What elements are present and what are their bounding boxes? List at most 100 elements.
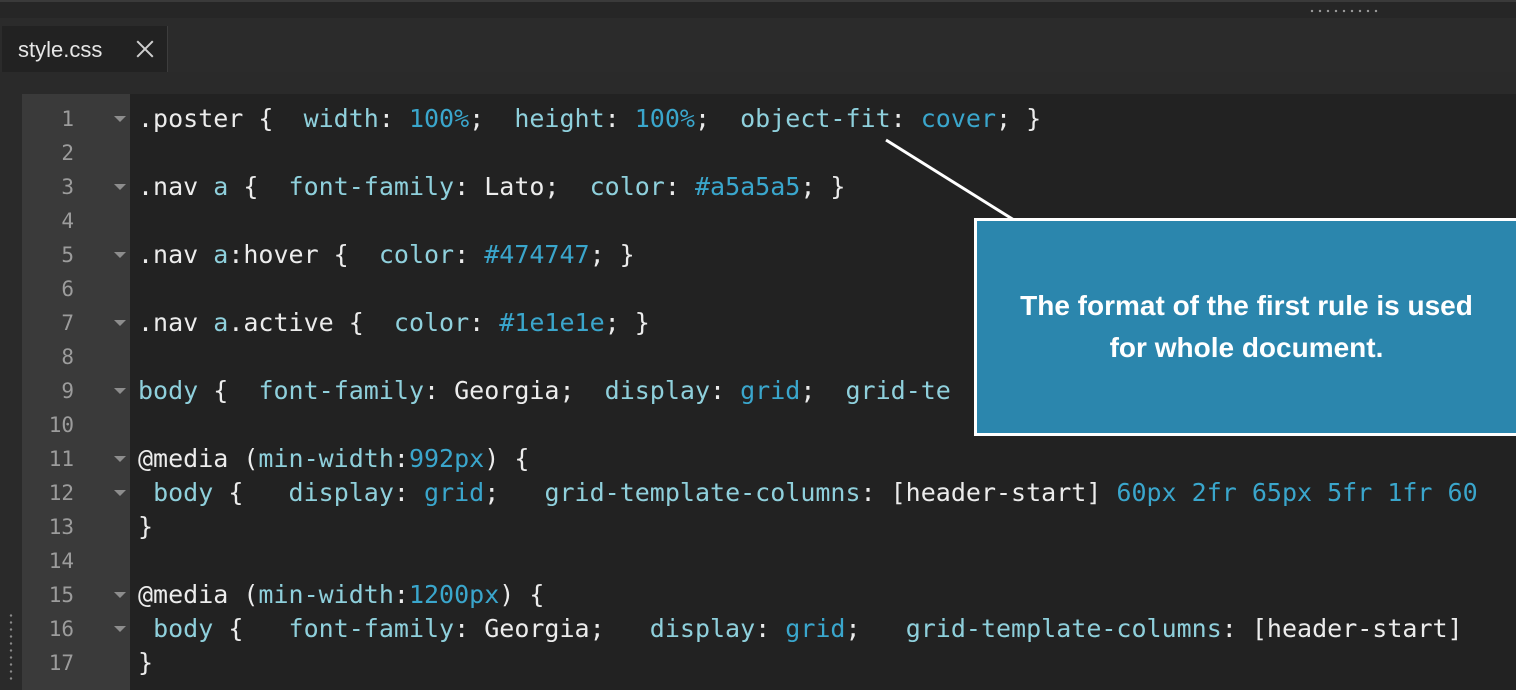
code-token: }: [138, 512, 154, 541]
code-token: 60px 2fr 65px 5fr 1fr 60: [1116, 478, 1478, 507]
code-line: 17}: [22, 646, 1516, 680]
code-line: 13}: [22, 510, 1516, 544]
code-token: min-width: [258, 444, 394, 473]
code-token: body: [153, 614, 214, 643]
code-token: :: [454, 240, 485, 269]
code-token: #1e1e1e: [499, 308, 605, 337]
code-token: : Georgia;: [424, 376, 605, 405]
code-token: @media (: [138, 444, 259, 473]
code-token: display: [649, 614, 756, 643]
fold-arrow-icon[interactable]: [114, 592, 126, 598]
code-token: 100%: [408, 104, 470, 133]
annotation-callout: The format of the first rule is used for…: [974, 218, 1516, 436]
line-number: 10: [48, 413, 74, 437]
code-token: display: [288, 478, 394, 507]
line-number: 11: [48, 447, 74, 471]
code-token: {: [198, 376, 259, 405]
code-token: ;: [845, 614, 906, 643]
code-token: body: [153, 478, 214, 507]
code-text: body { font-family: Georgia; display: gr…: [138, 374, 951, 408]
line-number: 1: [61, 107, 74, 131]
code-token: grid: [740, 376, 801, 405]
code-token: ;: [484, 478, 545, 507]
code-token: min-width: [258, 580, 394, 609]
code-token: :: [664, 172, 695, 201]
code-token: color: [378, 240, 455, 269]
code-token: font-family: [288, 172, 455, 201]
line-number: 14: [48, 549, 74, 573]
fold-arrow-icon[interactable]: [114, 116, 126, 122]
code-token: :: [604, 104, 635, 133]
fold-arrow-icon[interactable]: [114, 184, 126, 190]
code-token: font-family: [258, 376, 425, 405]
drag-handle-icon[interactable]: [1308, 8, 1380, 14]
code-text: .nav a { font-family: Lato; color: #a5a5…: [138, 170, 845, 204]
code-text: }: [138, 646, 153, 680]
tab-style-css[interactable]: style.css: [2, 26, 168, 72]
fold-arrow-icon[interactable]: [114, 456, 126, 462]
code-token: .nav: [138, 308, 214, 337]
line-number: 4: [61, 209, 74, 233]
line-number: 7: [61, 311, 74, 335]
code-token: ;: [800, 376, 846, 405]
line-number: 16: [48, 617, 74, 641]
fold-arrow-icon[interactable]: [114, 490, 126, 496]
code-token: .active {: [228, 308, 394, 337]
code-token: grid: [785, 614, 846, 643]
code-token: :: [378, 104, 409, 133]
code-token: #a5a5a5: [694, 172, 801, 201]
close-icon[interactable]: [134, 38, 156, 60]
line-number: 2: [61, 141, 74, 165]
code-token: color: [393, 308, 470, 337]
fold-arrow-icon[interactable]: [114, 626, 126, 632]
code-token: width: [303, 104, 379, 133]
editor-left-margin: [0, 72, 22, 690]
code-token: 1200px: [408, 580, 500, 609]
code-token: ;: [694, 104, 741, 133]
code-token: body: [138, 376, 199, 405]
code-token: :: [755, 614, 786, 643]
code-text: body { font-family: Georgia; display: gr…: [138, 612, 1478, 646]
drag-handle-icon[interactable]: [8, 612, 14, 682]
code-token: font-family: [288, 614, 455, 643]
code-line: 2: [22, 136, 1516, 170]
code-token: : Lato;: [454, 172, 590, 201]
code-token: ; }: [604, 308, 650, 337]
code-token: a: [213, 172, 229, 201]
line-number: 8: [61, 345, 74, 369]
code-line: 1 .poster { width: 100%; height: 100%; ob…: [22, 102, 1516, 136]
code-token: .poster {: [138, 104, 304, 133]
code-token: a: [213, 308, 229, 337]
code-line: 3 .nav a { font-family: Lato; color: #a5a…: [22, 170, 1516, 204]
code-token: :: [393, 580, 409, 609]
code-token: .nav: [138, 240, 214, 269]
code-token: a: [213, 240, 229, 269]
code-token: : Georgia;: [454, 614, 650, 643]
code-token: #474747: [484, 240, 590, 269]
code-text: @media (min-width:992px) {: [138, 442, 529, 476]
code-token: :: [710, 376, 741, 405]
fold-arrow-icon[interactable]: [114, 252, 126, 258]
code-token: :: [890, 104, 921, 133]
code-token: grid: [424, 478, 485, 507]
code-token: :hover {: [228, 240, 379, 269]
code-token: .nav: [138, 172, 214, 201]
code-token: object-fit: [740, 104, 891, 133]
code-token: :: [393, 444, 409, 473]
fold-arrow-icon[interactable]: [114, 388, 126, 394]
code-token: color: [589, 172, 665, 201]
code-token: :: [393, 478, 425, 507]
line-number: 6: [61, 277, 74, 301]
code-token: {: [213, 478, 289, 507]
tab-label: style.css: [18, 37, 103, 62]
code-token: grid-template-columns: [905, 614, 1222, 643]
code-line: 11 @media (min-width:992px) {: [22, 442, 1516, 476]
fold-arrow-icon[interactable]: [114, 320, 126, 326]
code-text: .poster { width: 100%; height: 100%; obj…: [138, 102, 1041, 136]
code-text: body { display: grid; grid-template-colu…: [138, 476, 1478, 510]
code-token: : [header-start]: [1221, 614, 1478, 643]
code-token: cover: [920, 104, 997, 133]
code-token: :: [469, 308, 500, 337]
